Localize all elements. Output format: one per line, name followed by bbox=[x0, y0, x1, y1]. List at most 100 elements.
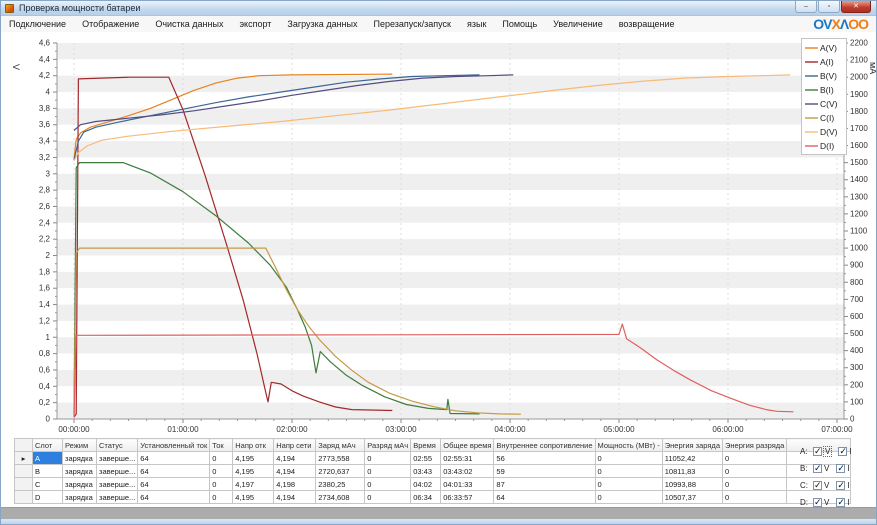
table-cell[interactable]: 02:55:31 bbox=[441, 452, 494, 465]
table-cell[interactable]: 64 bbox=[138, 465, 210, 478]
menu-item-9[interactable]: Увеличение bbox=[545, 17, 611, 31]
table-cell[interactable]: 06:34 bbox=[411, 491, 441, 504]
menu-item-2[interactable]: Отображение bbox=[74, 17, 147, 31]
table-header-col-12[interactable]: Внутреннее сопротивление bbox=[494, 439, 595, 452]
table-cell[interactable]: 4,195 bbox=[233, 452, 274, 465]
table-cell[interactable]: D bbox=[33, 491, 63, 504]
table-header-col-3[interactable]: Статус bbox=[97, 439, 138, 452]
table-cell[interactable]: 0 bbox=[595, 465, 662, 478]
table-cell[interactable]: 0 bbox=[595, 452, 662, 465]
table-cell[interactable]: 11052,42 bbox=[662, 452, 722, 465]
table-header-col-1[interactable]: Слот bbox=[33, 439, 63, 452]
table-cell[interactable]: зарядка bbox=[63, 452, 97, 465]
table-cell[interactable]: 0 bbox=[210, 465, 233, 478]
table-cell[interactable]: 0 bbox=[365, 465, 411, 478]
table-cell[interactable]: 4,194 bbox=[274, 452, 316, 465]
table-cell[interactable]: 03:43:02 bbox=[441, 465, 494, 478]
maximize-button[interactable]: ▫ bbox=[818, 1, 840, 13]
table-cell[interactable]: 64 bbox=[138, 452, 210, 465]
menu-item-3[interactable]: Очистка данных bbox=[147, 17, 231, 31]
table-cell[interactable]: 03:43 bbox=[411, 465, 441, 478]
row-selector[interactable]: ▸ bbox=[15, 452, 33, 465]
title-bar[interactable]: Проверка мощности батареи – ▫ ✕ bbox=[1, 1, 876, 16]
table-header-col-15[interactable]: Энергия разряда bbox=[723, 439, 787, 452]
row-selector[interactable] bbox=[15, 465, 33, 478]
menu-item-4[interactable]: экспорт bbox=[231, 17, 279, 31]
menu-item-8[interactable]: Помощь bbox=[494, 17, 545, 31]
table-cell[interactable]: 0 bbox=[723, 452, 787, 465]
table-header-col-4[interactable]: Установленный ток bbox=[138, 439, 210, 452]
table-cell[interactable]: 0 bbox=[723, 465, 787, 478]
table-header-col-7[interactable]: Напр сети bbox=[274, 439, 316, 452]
table-cell[interactable]: 56 bbox=[494, 452, 595, 465]
table-cell[interactable]: 87 bbox=[494, 478, 595, 491]
menu-item-5[interactable]: Загрузка данных bbox=[279, 17, 365, 31]
menu-item-6[interactable]: Перезапуск/запуск bbox=[365, 17, 458, 31]
close-button[interactable]: ✕ bbox=[841, 1, 871, 13]
v-checkbox[interactable] bbox=[813, 498, 822, 507]
row-selector[interactable] bbox=[15, 491, 33, 504]
v-checkbox[interactable] bbox=[813, 481, 822, 490]
table-cell[interactable]: 2734,608 bbox=[316, 491, 365, 504]
i-checkbox[interactable] bbox=[836, 464, 845, 473]
table-cell[interactable]: 64 bbox=[138, 478, 210, 491]
table-header-col-6[interactable]: Напр отк bbox=[233, 439, 274, 452]
table-cell[interactable]: 4,195 bbox=[233, 465, 274, 478]
table-cell[interactable]: заверше... bbox=[97, 478, 138, 491]
table-header-col-10[interactable]: Время bbox=[411, 439, 441, 452]
table-cell[interactable]: 0 bbox=[365, 491, 411, 504]
table-cell[interactable]: 64 bbox=[138, 491, 210, 504]
table-cell[interactable]: 2773,558 bbox=[316, 452, 365, 465]
menu-item-1[interactable]: Подключение bbox=[1, 17, 74, 31]
i-checkbox[interactable] bbox=[836, 481, 845, 490]
row-selector[interactable] bbox=[15, 478, 33, 491]
table-cell[interactable]: 4,194 bbox=[274, 465, 316, 478]
table-header-col-5[interactable]: Ток bbox=[210, 439, 233, 452]
table-cell[interactable]: 0 bbox=[595, 491, 662, 504]
table-cell[interactable]: заверше... bbox=[97, 452, 138, 465]
table-header-col-2[interactable]: Режим bbox=[63, 439, 97, 452]
table-cell[interactable]: 4,195 bbox=[233, 491, 274, 504]
table-cell[interactable]: A bbox=[33, 452, 63, 465]
menu-item-10[interactable]: возвращение bbox=[611, 17, 683, 31]
minimize-button[interactable]: – bbox=[795, 1, 817, 13]
table-cell[interactable]: 4,198 bbox=[274, 478, 316, 491]
table-cell[interactable]: 04:01:33 bbox=[441, 478, 494, 491]
table-cell[interactable]: 06:33:57 bbox=[441, 491, 494, 504]
table-cell[interactable]: 0 bbox=[365, 452, 411, 465]
table-cell[interactable]: 0 bbox=[723, 491, 787, 504]
table-cell[interactable]: 2720,637 bbox=[316, 465, 365, 478]
table-cell[interactable]: 10811,83 bbox=[662, 465, 722, 478]
table-cell[interactable]: 02:55 bbox=[411, 452, 441, 465]
table-header-col-14[interactable]: Энергия заряда bbox=[662, 439, 722, 452]
table-header-col-8[interactable]: Заряд мАч bbox=[316, 439, 365, 452]
menu-item-7[interactable]: язык bbox=[459, 17, 494, 31]
i-checkbox[interactable] bbox=[838, 447, 847, 456]
table-cell[interactable]: 0 bbox=[210, 452, 233, 465]
table-cell[interactable]: 0 bbox=[210, 491, 233, 504]
table-corner-cell[interactable] bbox=[15, 439, 33, 452]
table-cell[interactable]: 2380,25 bbox=[316, 478, 365, 491]
table-header-col-11[interactable]: Общее время bbox=[441, 439, 494, 452]
v-checkbox[interactable] bbox=[813, 464, 822, 473]
table-cell[interactable]: зарядка bbox=[63, 491, 97, 504]
table-cell[interactable]: зарядка bbox=[63, 465, 97, 478]
table-cell[interactable]: 0 bbox=[723, 478, 787, 491]
table-cell[interactable]: зарядка bbox=[63, 478, 97, 491]
table-cell[interactable]: 4,197 bbox=[233, 478, 274, 491]
v-checkbox[interactable] bbox=[813, 447, 822, 456]
table-cell[interactable]: 59 bbox=[494, 465, 595, 478]
table-cell[interactable]: 0 bbox=[365, 478, 411, 491]
table-cell[interactable]: 0 bbox=[595, 478, 662, 491]
table-cell[interactable]: 4,194 bbox=[274, 491, 316, 504]
table-cell[interactable]: 04:02 bbox=[411, 478, 441, 491]
table-cell[interactable]: заверше... bbox=[97, 491, 138, 504]
table-header-col-9[interactable]: Разряд мАч bbox=[365, 439, 411, 452]
table-cell[interactable]: 0 bbox=[210, 478, 233, 491]
table-cell[interactable]: заверше... bbox=[97, 465, 138, 478]
table-cell[interactable]: B bbox=[33, 465, 63, 478]
table-cell[interactable]: 10993,88 bbox=[662, 478, 722, 491]
table-cell[interactable]: 64 bbox=[494, 491, 595, 504]
i-checkbox[interactable] bbox=[836, 498, 845, 507]
table-cell[interactable]: C bbox=[33, 478, 63, 491]
